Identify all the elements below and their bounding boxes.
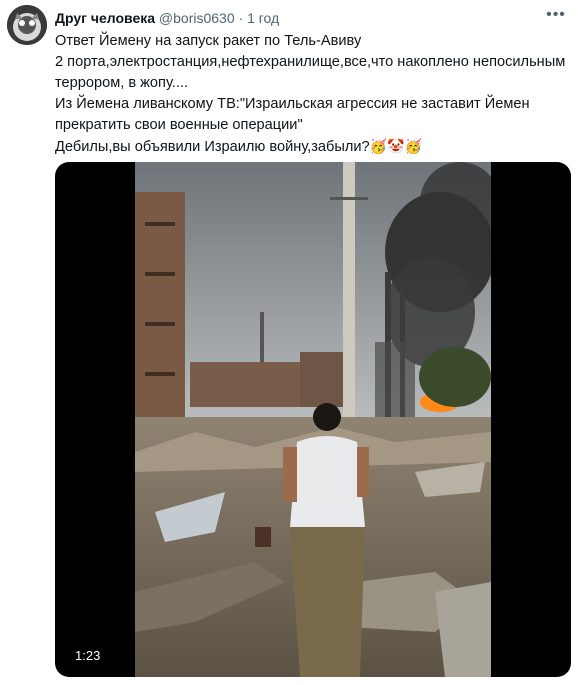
video-frame[interactable] — [135, 162, 491, 677]
tweet-line: Ответ Йемену на запуск ракет по Тель-Ави… — [55, 33, 362, 49]
video-duration: 1:23 — [69, 646, 107, 665]
tweet-line: Дебилы,вы объявили Израилю войну,забыли?… — [55, 138, 422, 155]
party-face-emoji: 🥳 — [369, 138, 388, 154]
video-player[interactable]: 1:23 — [55, 162, 571, 677]
separator-dot: · — [238, 10, 244, 26]
author-handle[interactable]: @boris0630 — [159, 10, 235, 26]
tweet-line: 2 порта,электростанция,нефтехранилище,вс… — [55, 54, 566, 91]
author-name[interactable]: Друг человека — [55, 10, 155, 26]
party-face-emoji: 🥳 — [404, 138, 422, 154]
tweet-line: Из Йемена ливанскому ТВ:"Израильская агр… — [55, 96, 530, 133]
timestamp[interactable]: 1 год — [247, 10, 279, 26]
ellipsis-icon[interactable]: ••• — [544, 7, 568, 26]
tweet-text: Ответ Йемену на запуск ракет по Тель-Ави… — [55, 31, 570, 158]
tweet-header: Друг человека @boris0630 · 1 год — [55, 9, 540, 27]
avatar[interactable] — [7, 5, 47, 45]
clown-face-emoji: 🤡 — [387, 138, 405, 154]
